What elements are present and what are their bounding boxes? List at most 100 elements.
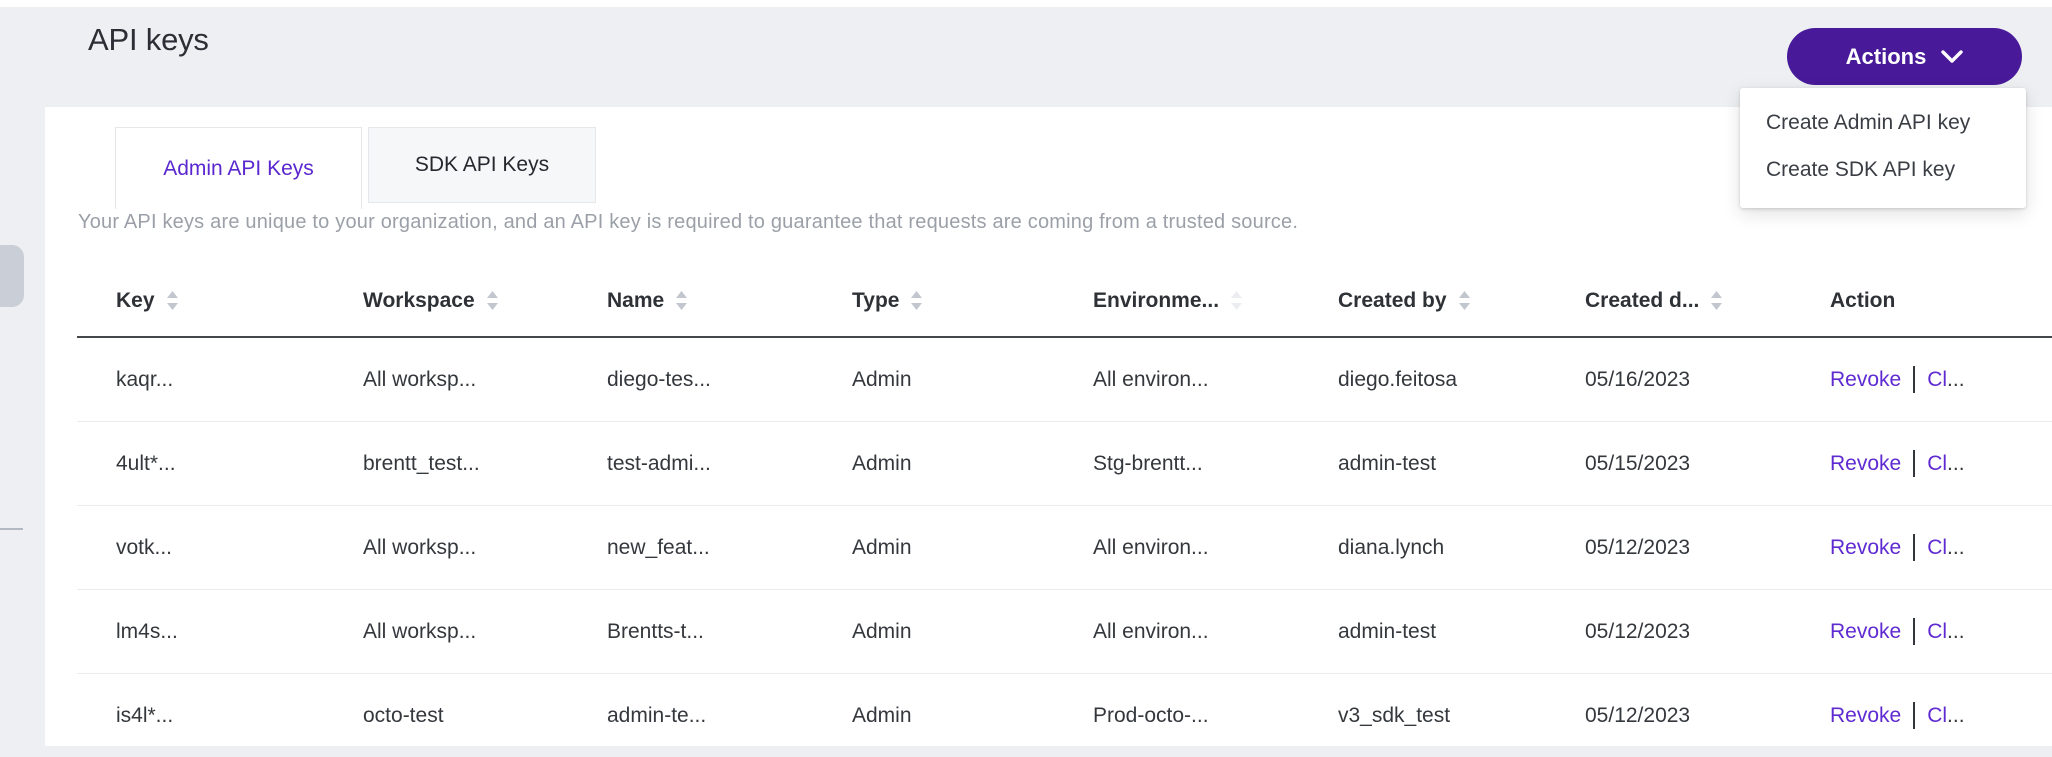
tab-bar: Admin API Keys SDK API Keys [115,127,596,209]
cell-created-by: v3_sdk_test [1299,674,1546,757]
column-label: Created by [1338,289,1447,313]
column-label: Workspace [363,289,475,313]
column-header-workspace[interactable]: Workspace [324,265,568,336]
action-divider [1913,534,1915,561]
cell-type: Admin [813,590,1054,673]
cell-environment: All environ... [1054,506,1299,589]
table-header-row: Key Workspace Name Type Environme... Cre… [77,265,2052,338]
clone-ellipsis: ... [1947,704,1965,728]
table-row: is4l*... octo-test admin-te... Admin Pro… [77,673,2052,757]
cell-created-date: 05/12/2023 [1546,590,1791,673]
revoke-link[interactable]: Revoke [1830,620,1901,644]
cell-created-by: diana.lynch [1299,506,1546,589]
cell-type: Admin [813,506,1054,589]
tab-sdk-api-keys[interactable]: SDK API Keys [368,127,596,203]
cell-type: Admin [813,422,1054,505]
cell-key: kaqr... [77,338,324,421]
cell-created-by: admin-test [1299,590,1546,673]
clone-link[interactable]: Cl [1927,536,1947,560]
cell-name: admin-te... [568,674,813,757]
cell-type: Admin [813,674,1054,757]
cell-key: is4l*... [77,674,324,757]
clone-ellipsis: ... [1947,620,1965,644]
sort-up-down-icon[interactable] [1710,291,1723,310]
action-divider [1913,366,1915,393]
cell-created-date: 05/15/2023 [1546,422,1791,505]
action-divider [1913,618,1915,645]
api-keys-table: Key Workspace Name Type Environme... Cre… [77,265,2052,757]
column-header-type[interactable]: Type [813,265,1054,336]
revoke-link[interactable]: Revoke [1830,368,1901,392]
sort-up-down-icon[interactable] [910,291,923,310]
clone-link[interactable]: Cl [1927,368,1947,392]
api-keys-description: Your API keys are unique to your organiz… [78,211,1298,234]
cell-created-date: 05/16/2023 [1546,338,1791,421]
cell-action: Revoke Cl... [1791,506,2052,589]
revoke-link[interactable]: Revoke [1830,704,1901,728]
clone-ellipsis: ... [1947,452,1965,476]
column-label: Action [1830,289,1895,313]
column-header-created-by[interactable]: Created by [1299,265,1546,336]
column-label: Key [116,289,155,313]
cell-key: lm4s... [77,590,324,673]
table-row: 4ult*... brentt_test... test-admi... Adm… [77,421,2052,505]
left-scrollbar-thumb[interactable] [0,245,24,307]
top-edge [0,0,2052,7]
sort-up-down-icon[interactable] [675,291,688,310]
column-label: Environme... [1093,289,1219,313]
cell-action: Revoke Cl... [1791,590,2052,673]
column-label: Type [852,289,899,313]
cell-environment: Stg-brentt... [1054,422,1299,505]
revoke-link[interactable]: Revoke [1830,536,1901,560]
cell-name: test-admi... [568,422,813,505]
clone-link[interactable]: Cl [1927,620,1947,644]
clone-ellipsis: ... [1947,368,1965,392]
column-header-created-date[interactable]: Created d... [1546,265,1791,336]
page-title: API keys [88,22,209,58]
cell-created-by: admin-test [1299,422,1546,505]
sort-up-down-icon[interactable] [166,291,179,310]
sort-up-down-icon[interactable] [1458,291,1471,310]
cell-name: Brentts-t... [568,590,813,673]
cell-created-by: diego.feitosa [1299,338,1546,421]
clone-ellipsis: ... [1947,536,1965,560]
cell-action: Revoke Cl... [1791,422,2052,505]
menu-item-create-sdk-api-key[interactable]: Create SDK API key [1740,146,2026,193]
cell-created-date: 05/12/2023 [1546,674,1791,757]
sort-up-down-icon[interactable] [1230,291,1243,310]
actions-dropdown-menu: Create Admin API key Create SDK API key [1740,88,2026,208]
clone-link[interactable]: Cl [1927,704,1947,728]
sort-up-down-icon[interactable] [486,291,499,310]
cell-workspace: All worksp... [324,506,568,589]
cell-type: Admin [813,338,1054,421]
cell-environment: All environ... [1054,338,1299,421]
cell-workspace: octo-test [324,674,568,757]
column-label: Name [607,289,664,313]
clone-link[interactable]: Cl [1927,452,1947,476]
cell-action: Revoke Cl... [1791,338,2052,421]
menu-item-create-admin-api-key[interactable]: Create Admin API key [1740,99,2026,146]
left-rail-divider [0,528,23,530]
cell-key: votk... [77,506,324,589]
tab-label: Admin API Keys [163,157,314,181]
cell-action: Revoke Cl... [1791,674,2052,757]
actions-button[interactable]: Actions [1787,28,2022,85]
chevron-down-icon [1941,50,1963,63]
column-label: Created d... [1585,289,1699,313]
column-header-key[interactable]: Key [77,265,324,336]
cell-workspace: brentt_test... [324,422,568,505]
cell-environment: All environ... [1054,590,1299,673]
table-row: kaqr... All worksp... diego-tes... Admin… [77,338,2052,421]
column-header-action: Action [1791,265,2052,336]
column-header-name[interactable]: Name [568,265,813,336]
table-row: votk... All worksp... new_feat... Admin … [77,505,2052,589]
column-header-environment[interactable]: Environme... [1054,265,1299,336]
cell-name: diego-tes... [568,338,813,421]
tab-admin-api-keys[interactable]: Admin API Keys [115,127,362,209]
cell-workspace: All worksp... [324,590,568,673]
actions-button-label: Actions [1846,44,1927,70]
table-row: lm4s... All worksp... Brentts-t... Admin… [77,589,2052,673]
cell-name: new_feat... [568,506,813,589]
revoke-link[interactable]: Revoke [1830,452,1901,476]
cell-environment: Prod-octo-... [1054,674,1299,757]
